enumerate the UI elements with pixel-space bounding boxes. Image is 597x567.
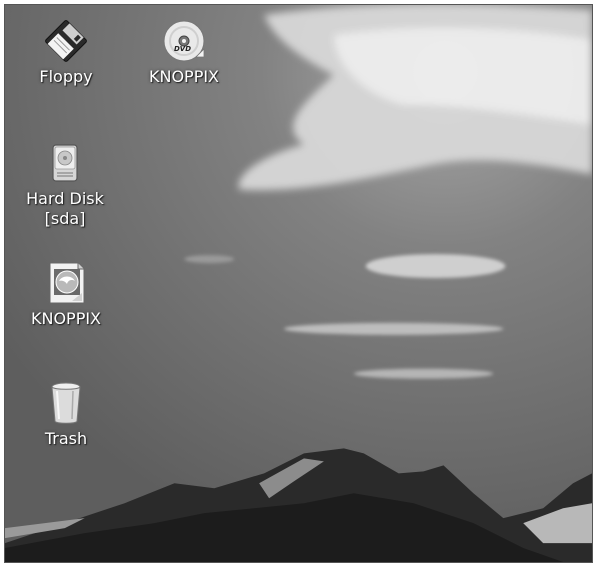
dvd-disc-icon: DVD bbox=[163, 20, 205, 62]
desktop-icon-label: Hard Disk [sda] bbox=[26, 189, 104, 228]
knoppix-document-icon bbox=[49, 262, 85, 304]
desktop-icon-label: Floppy bbox=[39, 67, 93, 86]
desktop-icon-label: Trash bbox=[44, 429, 88, 448]
desktop-icon-trash[interactable]: Trash bbox=[6, 379, 126, 449]
desktop-icon-label: KNOPPIX bbox=[148, 67, 220, 86]
desktop[interactable]: Floppy DVD KNOPPIX Hard Disk [sda] KNOPP… bbox=[4, 4, 593, 563]
desktop-icon-label: KNOPPIX bbox=[30, 309, 102, 328]
trash-icon bbox=[51, 382, 81, 424]
desktop-icon-hard-disk[interactable]: Hard Disk [sda] bbox=[5, 139, 125, 229]
desktop-icon-floppy[interactable]: Floppy bbox=[6, 17, 126, 87]
desktop-icon-knoppix-document[interactable]: KNOPPIX bbox=[6, 259, 126, 329]
svg-text:DVD: DVD bbox=[174, 45, 191, 53]
desktop-icon-knoppix-dvd[interactable]: DVD KNOPPIX bbox=[124, 17, 244, 87]
floppy-disk-icon bbox=[45, 20, 87, 62]
hard-disk-icon bbox=[52, 144, 78, 182]
